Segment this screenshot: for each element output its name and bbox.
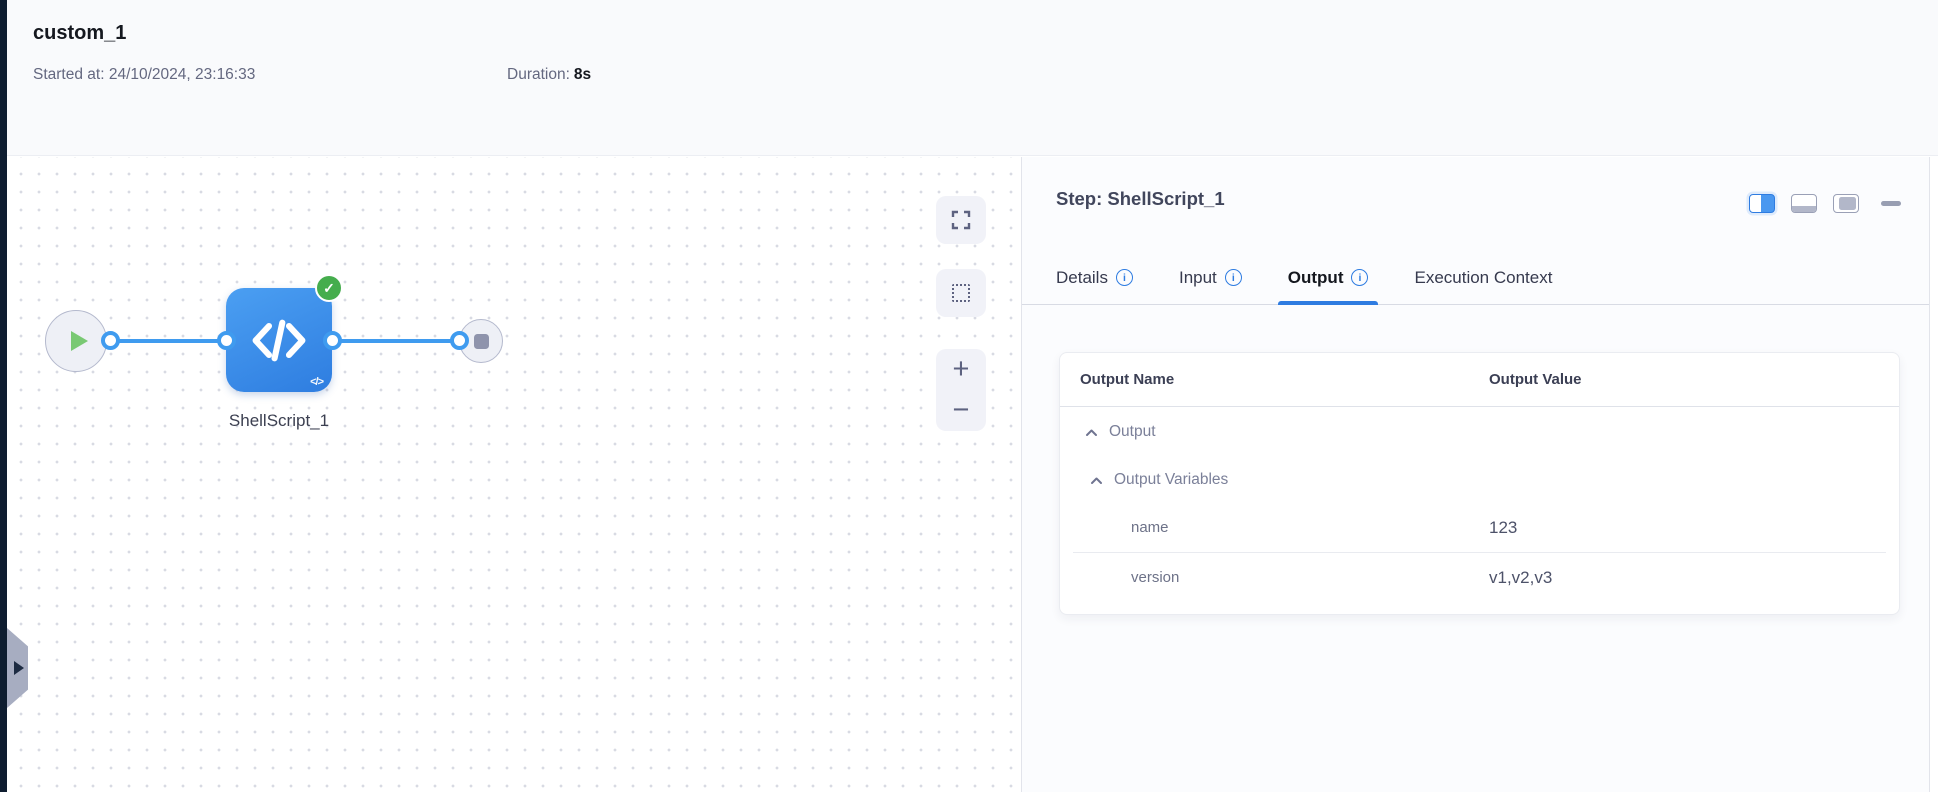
marquee-icon [952, 284, 970, 302]
group-row-output[interactable]: Output [1060, 407, 1899, 457]
right-panel-button[interactable] [1833, 194, 1859, 213]
bottom-panel-button[interactable] [1791, 194, 1817, 213]
group-label: Output [1109, 423, 1156, 440]
fullscreen-button[interactable] [936, 196, 986, 244]
zoom-out-button[interactable]: − [936, 390, 986, 431]
output-value-cell: 123 [1489, 517, 1518, 537]
play-icon [71, 331, 88, 351]
minimize-icon [1881, 201, 1901, 206]
start-node[interactable] [45, 310, 107, 372]
step-detail-panel: Step: ShellScript_1 Details i Input i Ou… [1021, 157, 1930, 792]
code-icon [252, 319, 306, 361]
info-icon[interactable]: i [1351, 269, 1369, 286]
connector-edge-start [110, 339, 226, 343]
info-icon[interactable]: i [1115, 269, 1133, 286]
success-check-icon: ✓ [315, 274, 343, 302]
split-view-button[interactable] [1749, 194, 1775, 213]
started-at-value: 24/10/2024, 23:16:33 [108, 66, 256, 83]
table-row-name: name 123 [1060, 503, 1899, 552]
pipeline-title: custom_1 [33, 22, 127, 44]
table-row-version: version v1,v2,v3 [1060, 553, 1899, 602]
group-label: Output Variables [1114, 471, 1229, 488]
left-sidebar-strip [0, 0, 7, 792]
started-at-label: Started at: [33, 66, 105, 83]
check-glyph: ✓ [323, 279, 335, 296]
output-name-cell: version [1131, 569, 1180, 586]
zoom-in-button[interactable]: + [936, 349, 986, 390]
split-view-icon [1749, 194, 1775, 213]
tab-execution-context-label: Execution Context [1414, 267, 1553, 287]
column-output-value: Output Value [1489, 371, 1582, 388]
output-table-header: Output Name Output Value [1060, 353, 1899, 407]
port-step-in[interactable] [217, 331, 236, 350]
workflow-canvas[interactable]: </> ✓ ShellScript_1 + − [7, 157, 1021, 792]
chevron-up-icon[interactable] [1085, 428, 1098, 437]
output-table-card: Output Name Output Value Output Output V… [1059, 352, 1900, 615]
minimize-button[interactable] [1875, 201, 1901, 206]
output-name-cell: name [1131, 519, 1169, 536]
triangle-right-icon [14, 661, 24, 675]
right-panel-icon [1833, 194, 1859, 213]
port-step-out[interactable] [323, 331, 342, 350]
stop-icon [473, 333, 489, 349]
column-output-name: Output Name [1080, 371, 1175, 388]
info-icon[interactable]: i [1224, 269, 1242, 286]
port-start-out[interactable] [101, 331, 120, 350]
tab-details-label: Details [1056, 267, 1108, 287]
step-panel-title: Step: ShellScript_1 [1056, 188, 1225, 209]
marquee-select-button[interactable] [936, 269, 986, 317]
code-small-icon: </> [310, 376, 324, 388]
tab-output[interactable]: Output i [1277, 251, 1379, 305]
app-root: custom_1 Started at: 24/10/2024, 23:16:3… [0, 0, 1938, 792]
tab-input[interactable]: Input i [1179, 251, 1242, 304]
step-tabs: Details i Input i Output i Execution Con… [1022, 251, 1929, 305]
tab-details[interactable]: Details i [1056, 251, 1133, 304]
output-value-cell: v1,v2,v3 [1489, 567, 1553, 587]
step-node-shellscript[interactable]: </> ✓ [226, 274, 343, 392]
zoom-controls: + − [936, 349, 986, 431]
connector-edge-end [332, 339, 459, 343]
started-at-text: Started at: 24/10/2024, 23:16:33 [33, 66, 255, 84]
node-label: ShellScript_1 [228, 411, 330, 430]
expand-sidebar-handle[interactable] [7, 628, 28, 708]
tab-input-label: Input [1178, 267, 1217, 287]
duration-label: Duration: [507, 66, 570, 83]
expand-corners-icon [951, 210, 971, 230]
execution-header: custom_1 Started at: 24/10/2024, 23:16:3… [7, 0, 1938, 156]
tab-output-label: Output [1287, 267, 1344, 287]
panel-layout-controls [1749, 194, 1901, 213]
duration-value: 8s [573, 66, 592, 83]
port-end-in[interactable] [450, 331, 469, 350]
chevron-up-icon[interactable] [1090, 476, 1103, 485]
group-row-output-variables[interactable]: Output Variables [1060, 457, 1899, 503]
bottom-panel-icon [1791, 194, 1817, 213]
duration-text: Duration: 8s [507, 66, 591, 84]
tab-execution-context[interactable]: Execution Context [1414, 251, 1552, 304]
